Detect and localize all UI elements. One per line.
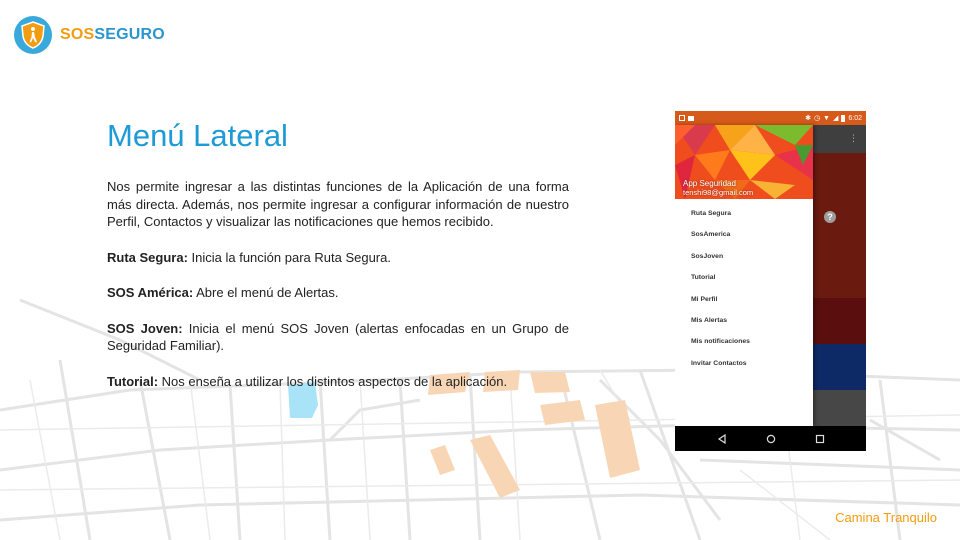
intro-paragraph: Nos permite ingresar a las distintas fun… xyxy=(107,179,569,229)
menu-item-sos-joven[interactable]: SosJoven xyxy=(675,246,813,267)
drawer-user-info: App Seguridad tenshi98@gmail.com xyxy=(683,179,753,197)
menu-item-sos-america[interactable]: SosAmerica xyxy=(675,224,813,245)
brand-name-sos: SOS xyxy=(60,26,95,43)
feature-sos-america: SOS América: Abre el menú de Alertas. xyxy=(107,284,569,302)
feature-text: Abre el menú de Alertas. xyxy=(193,285,339,300)
menu-item-mis-notificaciones[interactable]: Mis notificaciones xyxy=(675,331,813,352)
wifi-icon: ▼ xyxy=(823,114,830,122)
user-email: tenshi98@gmail.com xyxy=(683,188,754,197)
phone-screenshot: ⋮ ? ✱ ◷ ▼ ◢ 6:02 App Seguridad tenshi98@… xyxy=(675,111,866,451)
alarm-icon: ◷ xyxy=(813,115,821,122)
drawer-menu: Ruta Segura SosAmerica SosJoven Tutorial… xyxy=(675,203,813,374)
status-bar: ✱ ◷ ▼ ◢ 6:02 xyxy=(675,111,866,125)
brand-name: SOSSEGURO xyxy=(60,26,165,44)
image-icon xyxy=(688,115,694,121)
menu-item-tutorial[interactable]: Tutorial xyxy=(675,267,813,288)
description-block: Nos permite ingresar a las distintas fun… xyxy=(107,178,569,408)
menu-item-ruta-segura[interactable]: Ruta Segura xyxy=(675,203,813,224)
feature-sos-joven: SOS Joven: Inicia el menú SOS Joven (ale… xyxy=(107,320,569,355)
page-title: Menú Lateral xyxy=(107,118,288,153)
feature-term: SOS Joven: xyxy=(107,320,183,336)
menu-item-mis-alertas[interactable]: Mis Alertas xyxy=(675,310,813,331)
bluetooth-icon: ✱ xyxy=(805,115,811,122)
overflow-menu-icon[interactable]: ⋮ xyxy=(849,133,858,144)
notification-icon xyxy=(679,115,685,121)
navigation-drawer: App Seguridad tenshi98@gmail.com Ruta Se… xyxy=(675,125,813,426)
brand-name-seguro: SEGURO xyxy=(94,26,165,43)
feature-term: SOS América: xyxy=(107,285,194,300)
footer-tagline: Camina Tranquilo xyxy=(835,510,937,525)
signal-icon: ◢ xyxy=(832,115,839,122)
feature-term: Ruta Segura: xyxy=(107,249,188,265)
back-icon[interactable] xyxy=(715,432,729,446)
brand-logo: SOSSEGURO xyxy=(14,16,165,54)
feature-tutorial: Tutorial: Nos enseña a utilizar los dist… xyxy=(107,373,569,391)
help-icon[interactable]: ? xyxy=(824,211,836,223)
battery-icon xyxy=(841,114,846,122)
status-time: 6:02 xyxy=(848,114,862,122)
home-icon[interactable] xyxy=(764,432,778,446)
feature-term: Tutorial: xyxy=(107,373,159,389)
user-name: App Seguridad xyxy=(683,179,736,188)
android-nav-bar xyxy=(675,426,866,451)
shield-walker-icon xyxy=(14,16,52,54)
recents-icon[interactable] xyxy=(813,432,827,446)
menu-item-invitar-contactos[interactable]: Invitar Contactos xyxy=(675,353,813,374)
feature-text: Nos enseña a utilizar los distintos aspe… xyxy=(158,373,508,389)
menu-item-mi-perfil[interactable]: Mi Perfil xyxy=(675,289,813,310)
feature-text: Inicia la función para Ruta Segura. xyxy=(187,249,391,265)
feature-ruta-segura: Ruta Segura: Inicia la función para Ruta… xyxy=(107,249,569,267)
drawer-header: App Seguridad tenshi98@gmail.com xyxy=(675,125,813,199)
